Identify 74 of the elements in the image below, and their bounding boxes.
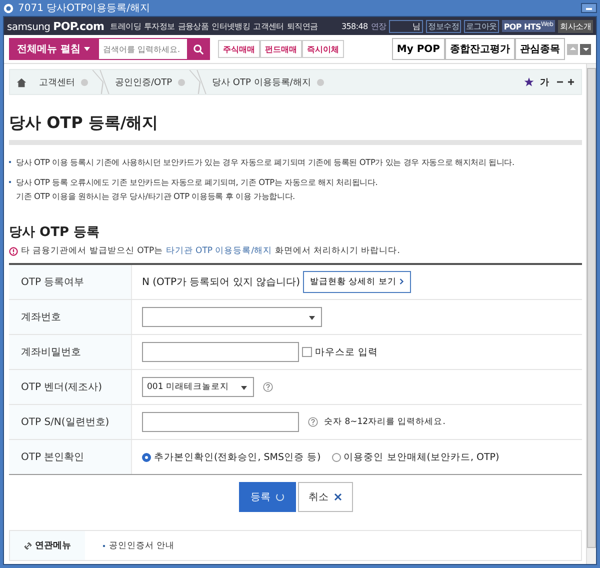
chevron-icon xyxy=(399,278,404,285)
password-field[interactable] xyxy=(142,342,299,362)
field-label: 계좌비밀번호 xyxy=(9,335,132,369)
related-menu-title: 연관메뉴 xyxy=(35,540,71,552)
account-link[interactable]: 정보수정 xyxy=(426,20,462,32)
help-icon[interactable] xyxy=(263,382,273,392)
cancel-button[interactable]: 취소 xyxy=(298,482,352,512)
breadcrumb-item[interactable]: 당사 OTP 이용등록/해지 xyxy=(212,76,311,88)
field-label: OTP 본인확인 xyxy=(9,440,132,474)
shortcut-tab[interactable]: 관심종목 xyxy=(515,38,565,60)
window-title: 7071 당사OTP이용등록/해지 xyxy=(18,2,150,15)
nav-link[interactable]: 투자정보 xyxy=(144,20,175,32)
scrollbar[interactable] xyxy=(586,64,596,564)
nav-link[interactable]: 금융상품 xyxy=(178,20,209,32)
extend-link[interactable]: 연장 xyxy=(370,20,386,32)
link-icon xyxy=(24,542,32,550)
field-label: 계좌번호 xyxy=(9,300,132,334)
home-icon[interactable] xyxy=(16,76,27,88)
help-icon[interactable] xyxy=(308,417,318,427)
down-icon[interactable] xyxy=(580,44,591,54)
checkbox[interactable] xyxy=(302,347,312,357)
nav-link[interactable]: 고객센터 xyxy=(253,20,284,32)
app-icon xyxy=(3,2,14,14)
close-icon xyxy=(334,493,342,501)
vendor-select[interactable]: 001 미래테크놀로지 xyxy=(142,377,254,397)
search-field[interactable]: 검색어를 입력하세요. xyxy=(98,38,188,60)
nav-link[interactable]: 퇴직연금 xyxy=(286,20,318,32)
shortcut-tab[interactable]: 종합잔고평가 xyxy=(445,38,515,60)
all-menu-button[interactable]: 전체메뉴 펼침 xyxy=(9,38,98,60)
company-link[interactable]: 회사소개 xyxy=(558,20,593,32)
breadcrumb-item[interactable]: 고객센터 xyxy=(39,76,75,88)
session-timer: 358:48 xyxy=(341,22,368,30)
minimize-button[interactable] xyxy=(581,3,597,13)
search-button[interactable] xyxy=(188,38,210,60)
nav-link[interactable]: 트레이딩 xyxy=(110,20,141,32)
checkbox-label[interactable]: 마우스로 입력 xyxy=(315,346,378,358)
font-increase-icon[interactable] xyxy=(567,78,575,86)
info-link[interactable]: 타기관 OTP 이용등록/해지 xyxy=(166,246,272,256)
notice-text: 당사 OTP 이용 등록시 기존에 사용하시던 보안카드가 있는 경우 자동으로 폐기되며 기존에 등록된 OTP가 있는 경우 자동으로 해지처리 됩니다. xyxy=(16,156,514,169)
info-text: 타 금융기관에서 발급받으신 OTP는 타기관 OTP 이용등록/해지 화면에서 처리하시기 바랍니다. xyxy=(21,245,400,257)
favorite-star-icon[interactable] xyxy=(524,77,534,87)
radio-label[interactable]: 추가본인확인(전화승인, SMS인증 등) xyxy=(154,450,321,464)
notice-text: 당사 OTP 등록 오류시에도 기존 보안카드는 자동으로 폐기되며, 기존 OTP는 자동으로 해지 처리됩니다. 기존 OTP 이용을 원하시는 경우 당사/타기관 OTP 이용등록 후 이용 가능합니다. xyxy=(16,176,378,203)
register-button[interactable]: 등록 xyxy=(238,482,296,512)
account-link[interactable]: 로그아웃 xyxy=(464,20,499,32)
field-label: OTP S/N(일련번호) xyxy=(9,405,132,439)
quick-menu-button[interactable]: 주식매매 xyxy=(218,40,260,58)
detail-button[interactable]: 발급현황 상세히 보기 xyxy=(303,271,412,293)
field-label: OTP 벤더(제조사) xyxy=(9,370,132,404)
quick-menu-button[interactable]: 펀드매매 xyxy=(260,40,302,58)
status-text: N (OTP가 등록되어 있지 않습니다) xyxy=(142,276,300,289)
breadcrumb-separator-icon xyxy=(92,70,110,94)
page-title: 당사 OTP 등록/해지 xyxy=(9,113,160,134)
radio-label[interactable]: 이용중인 보안매체(보안카드, OTP) xyxy=(344,450,500,464)
hts-link[interactable]: POP HTS$^{Web}$ xyxy=(502,20,556,32)
radio-button[interactable] xyxy=(332,452,341,462)
user-name: 님 xyxy=(389,20,424,32)
spinner-icon xyxy=(276,493,284,501)
breadcrumb-item[interactable]: 공인인증/OTP xyxy=(115,76,172,88)
hint-text: 숫자 8~12자리를 입력하세요. xyxy=(324,416,446,428)
breadcrumb-separator-icon xyxy=(188,70,206,94)
nav-link[interactable]: 인터넷뱅킹 xyxy=(212,20,250,32)
account-select[interactable] xyxy=(142,307,322,327)
related-menu-link[interactable]: 공인인증서 안내 xyxy=(109,540,175,552)
shortcut-tab[interactable]: My POP xyxy=(392,38,445,60)
logo[interactable]: samsung POP.com xyxy=(7,20,104,32)
font-size-label: 가 xyxy=(540,76,549,88)
search-icon xyxy=(193,44,204,54)
radio-button[interactable] xyxy=(142,452,151,462)
section-title: 당사 OTP 등록 xyxy=(9,224,100,241)
serial-field[interactable] xyxy=(142,412,299,432)
field-label: OTP 등록여부 xyxy=(9,265,132,299)
quick-menu-button[interactable]: 즉시이체 xyxy=(302,40,344,58)
warning-icon xyxy=(9,246,18,256)
